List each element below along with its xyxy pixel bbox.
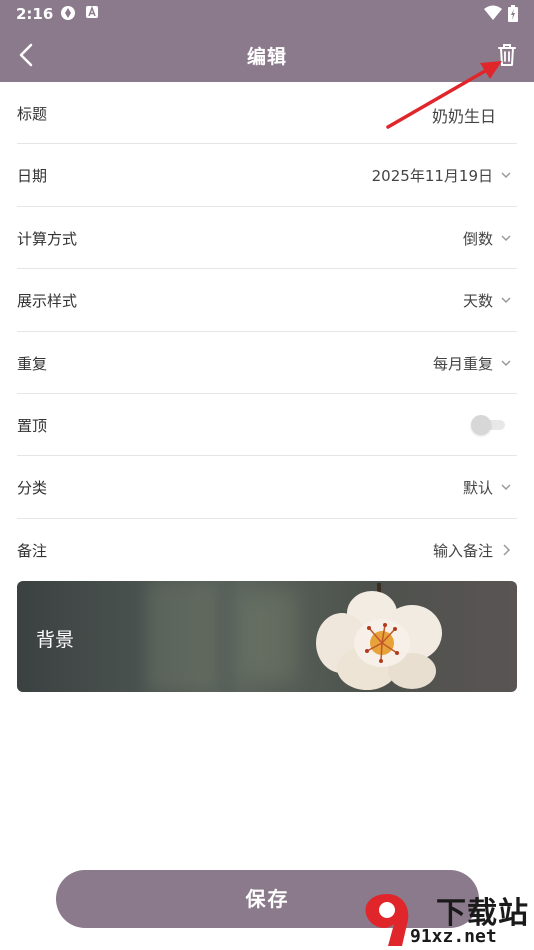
- date-value: 2025年11月19日: [371, 167, 493, 186]
- chevron-down-icon: [501, 484, 511, 491]
- pin-top-toggle[interactable]: [471, 414, 505, 435]
- category-value: 默认: [462, 479, 493, 498]
- background-label: 背景: [36, 629, 75, 651]
- background-card[interactable]: 背景: [17, 581, 517, 692]
- pin-top-label: 置顶: [17, 416, 48, 435]
- note-label: 备注: [17, 541, 48, 560]
- wifi-icon: [484, 5, 502, 25]
- category-row[interactable]: 分类 默认: [17, 456, 517, 519]
- edit-form: 标题 奶奶生日 日期 2025年11月19日 计算方式 倒数 展示样式 天数 重…: [0, 82, 534, 581]
- note-row[interactable]: 备注 输入备注: [17, 519, 517, 581]
- category-label: 分类: [17, 479, 48, 498]
- chevron-right-icon: [503, 544, 511, 556]
- repeat-value: 每月重复: [432, 354, 493, 373]
- chevron-down-icon: [501, 360, 511, 366]
- app-notification-icon: [60, 5, 76, 25]
- watermark-logo-icon: [365, 894, 409, 946]
- title-label: 标题: [17, 105, 48, 123]
- chevron-down-icon: [501, 235, 511, 241]
- repeat-row[interactable]: 重复 每月重复: [17, 332, 517, 394]
- chevron-down-icon: [501, 297, 511, 304]
- a-notification-icon: [85, 5, 99, 23]
- display-style-row[interactable]: 展示样式 天数: [17, 269, 517, 332]
- repeat-label: 重复: [17, 354, 48, 373]
- battery-icon: [508, 5, 518, 26]
- watermark: 下载站 91xz.net: [362, 888, 534, 950]
- calc-mode-value: 倒数: [462, 229, 493, 248]
- calc-mode-label: 计算方式: [17, 229, 78, 248]
- status-time: 2:16: [16, 5, 54, 23]
- watermark-text-bottom: 91xz.net: [410, 926, 497, 947]
- note-value: 输入备注: [432, 541, 493, 560]
- toggle-thumb: [471, 414, 491, 435]
- pin-top-row: 置顶: [17, 394, 517, 457]
- display-style-value: 天数: [462, 292, 493, 311]
- annotation-arrow: [386, 61, 502, 129]
- status-bar: 2:16: [0, 0, 534, 28]
- display-style-label: 展示样式: [17, 292, 78, 311]
- date-label: 日期: [17, 167, 48, 186]
- date-row[interactable]: 日期 2025年11月19日: [17, 144, 517, 207]
- chevron-down-icon: [501, 172, 511, 179]
- calc-mode-row[interactable]: 计算方式 倒数: [17, 207, 517, 270]
- flower-image: [316, 583, 442, 690]
